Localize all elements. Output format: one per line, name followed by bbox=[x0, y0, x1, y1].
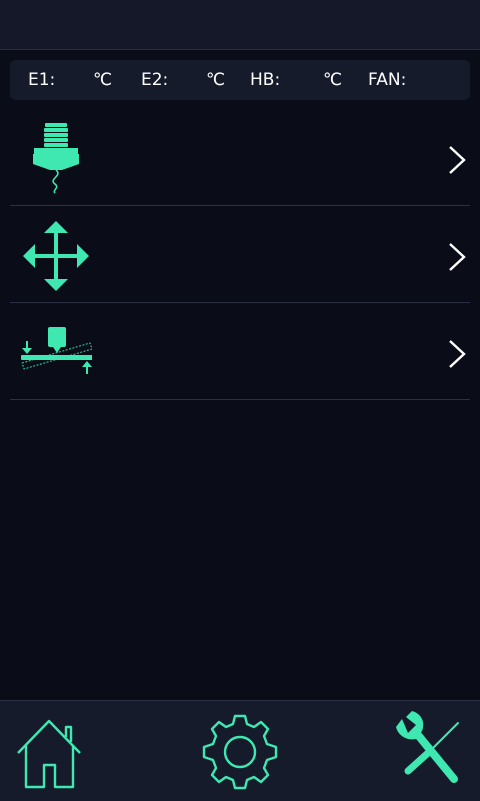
e2-unit: ℃ bbox=[206, 70, 226, 90]
home-icon[interactable] bbox=[8, 709, 92, 795]
menu-item-leveling[interactable] bbox=[10, 303, 470, 400]
move-axes-icon bbox=[23, 221, 89, 291]
extruder-nozzle-icon bbox=[33, 123, 79, 194]
fan-label: FAN: bbox=[368, 70, 407, 90]
chevron-right-icon bbox=[449, 340, 466, 368]
hb-label: HB: bbox=[250, 70, 281, 90]
e1-unit: ℃ bbox=[93, 70, 113, 90]
chevron-right-icon bbox=[449, 243, 466, 271]
e2-label: E2: bbox=[141, 70, 169, 90]
menu-item-extruder[interactable] bbox=[10, 109, 470, 206]
bed-leveling-icon bbox=[21, 327, 92, 374]
gear-icon[interactable] bbox=[198, 709, 282, 795]
tools-icon[interactable] bbox=[392, 709, 476, 795]
top-header-bar bbox=[0, 0, 480, 50]
temperature-status-bar: E1: ℃ E2: ℃ HB: ℃ FAN: bbox=[10, 60, 470, 100]
chevron-right-icon bbox=[449, 146, 466, 174]
menu-item-move[interactable] bbox=[10, 206, 470, 303]
bottom-navigation-bar bbox=[0, 700, 480, 801]
hb-unit: ℃ bbox=[323, 70, 343, 90]
e1-label: E1: bbox=[28, 70, 56, 90]
